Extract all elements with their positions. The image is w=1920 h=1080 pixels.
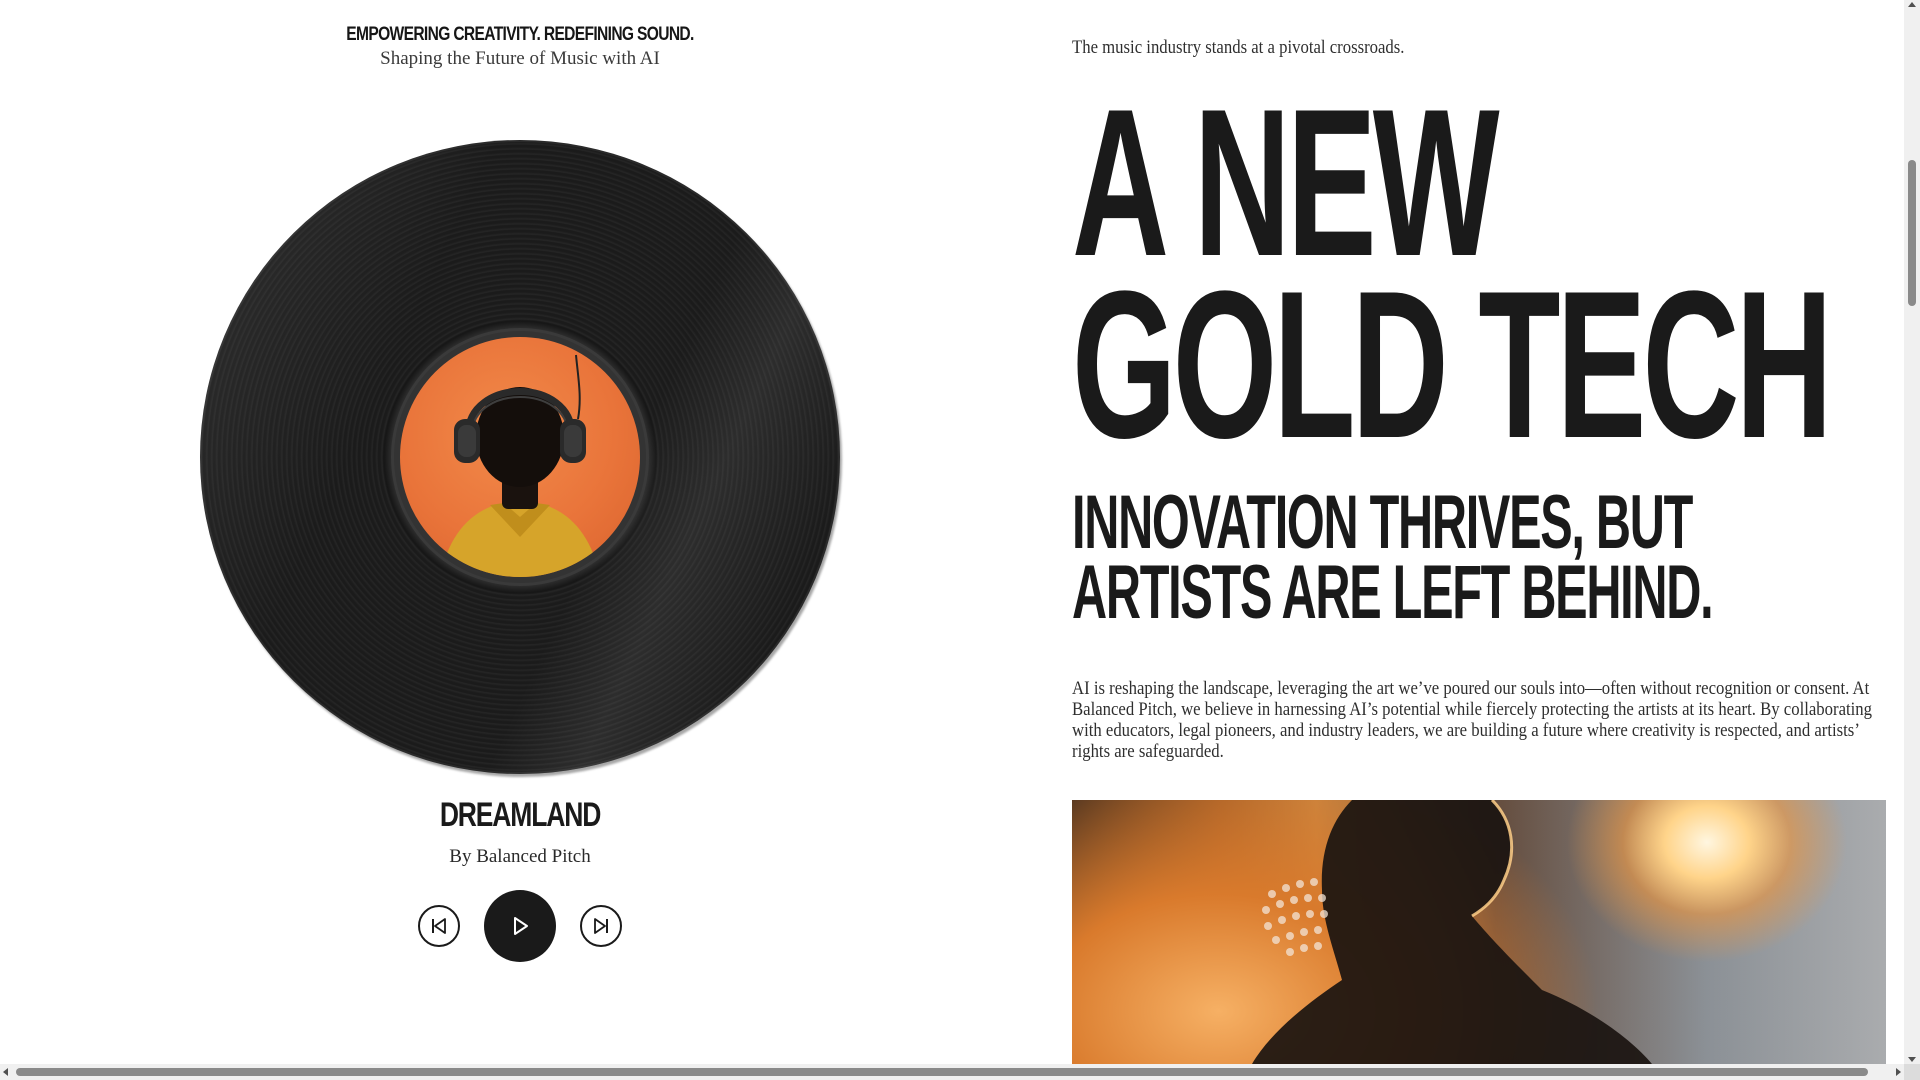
headphones-listener-illustration: [440, 354, 600, 577]
scroll-right-arrow-icon[interactable]: [1896, 1068, 1901, 1076]
song-title: DREAMLAND: [439, 796, 602, 834]
intro-text: The music industry stands at a pivotal c…: [1072, 37, 1405, 58]
headline-line-2: GOLD TECH: [1072, 247, 1833, 482]
player-controls: [0, 890, 1040, 962]
content-column: The music industry stands at a pivotal c…: [1072, 0, 1888, 1064]
scroll-left-arrow-icon[interactable]: [3, 1068, 8, 1076]
page: EMPOWERING CREATIVITY. REDEFINING SOUND.…: [0, 0, 1904, 1064]
next-button[interactable]: [580, 905, 622, 947]
play-icon: [514, 917, 528, 935]
scroll-up-arrow-icon[interactable]: [1908, 2, 1916, 7]
horizontal-scroll-thumb[interactable]: [16, 1068, 1868, 1076]
song-artist: By Balanced Pitch: [449, 846, 591, 867]
feature-photo: [1072, 800, 1886, 1064]
skip-previous-icon: [432, 918, 446, 934]
previous-button[interactable]: [418, 905, 460, 947]
subtagline: Shaping the Future of Music with AI: [380, 48, 660, 69]
play-button[interactable]: [484, 890, 556, 962]
scroll-down-arrow-icon[interactable]: [1908, 1057, 1916, 1062]
tagline: EMPOWERING CREATIVITY. REDEFINING SOUND.: [346, 24, 694, 45]
player-column: EMPOWERING CREATIVITY. REDEFINING SOUND.…: [0, 0, 1040, 1064]
album-art: [400, 337, 640, 577]
skip-next-icon: [594, 918, 608, 934]
vertical-scroll-thumb[interactable]: [1908, 160, 1916, 306]
horizontal-scrollbar[interactable]: [0, 1064, 1904, 1080]
hero-headline: A NEW GOLD TECH: [1072, 78, 1833, 482]
body-paragraph: AI is reshaping the landscape, leveragin…: [1072, 678, 1873, 762]
vertical-scrollbar[interactable]: [1904, 0, 1920, 1064]
vinyl-record: [200, 140, 840, 774]
scrollbar-corner: [1904, 1064, 1920, 1080]
subheadline: INNOVATION THRIVES, BUT ARTISTS ARE LEFT…: [1072, 480, 1714, 635]
backlit-person-illustration: [1252, 800, 1652, 1064]
